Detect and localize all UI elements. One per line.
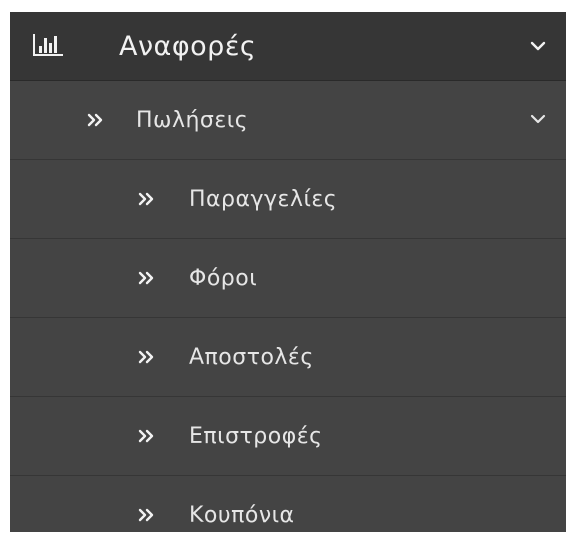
menu-item-shipments[interactable]: Αποστολές bbox=[10, 318, 566, 397]
menu-item-taxes-label: Φόροι bbox=[189, 265, 258, 291]
chevron-down-icon[interactable] bbox=[530, 114, 546, 124]
chevron-down-icon[interactable] bbox=[530, 41, 546, 51]
menu-item-orders[interactable]: Παραγγελίες bbox=[10, 160, 566, 239]
menu-item-orders-label: Παραγγελίες bbox=[189, 186, 338, 212]
menu-item-refunds[interactable]: Επιστροφές bbox=[10, 397, 566, 476]
double-chevron-right-icon bbox=[138, 508, 154, 522]
double-chevron-right-icon bbox=[138, 429, 154, 443]
sidebar-reports-menu: Αναφορές Πωλήσεις Παραγγελίες Φόροι Αποσ… bbox=[10, 12, 566, 532]
menu-item-reports[interactable]: Αναφορές bbox=[10, 12, 566, 81]
menu-item-coupons[interactable]: Κουπόνια bbox=[10, 476, 566, 555]
menu-item-reports-label: Αναφορές bbox=[119, 30, 257, 62]
double-chevron-right-icon bbox=[138, 350, 154, 364]
menu-item-shipments-label: Αποστολές bbox=[189, 344, 314, 370]
bar-chart-icon bbox=[33, 34, 63, 56]
double-chevron-right-icon bbox=[87, 113, 103, 127]
submenu-item-sales[interactable]: Πωλήσεις bbox=[10, 81, 566, 160]
submenu-item-sales-label: Πωλήσεις bbox=[136, 107, 249, 133]
menu-item-refunds-label: Επιστροφές bbox=[189, 423, 323, 449]
menu-item-taxes[interactable]: Φόροι bbox=[10, 239, 566, 318]
double-chevron-right-icon bbox=[138, 271, 154, 285]
double-chevron-right-icon bbox=[138, 192, 154, 206]
menu-item-coupons-label: Κουπόνια bbox=[189, 503, 295, 528]
